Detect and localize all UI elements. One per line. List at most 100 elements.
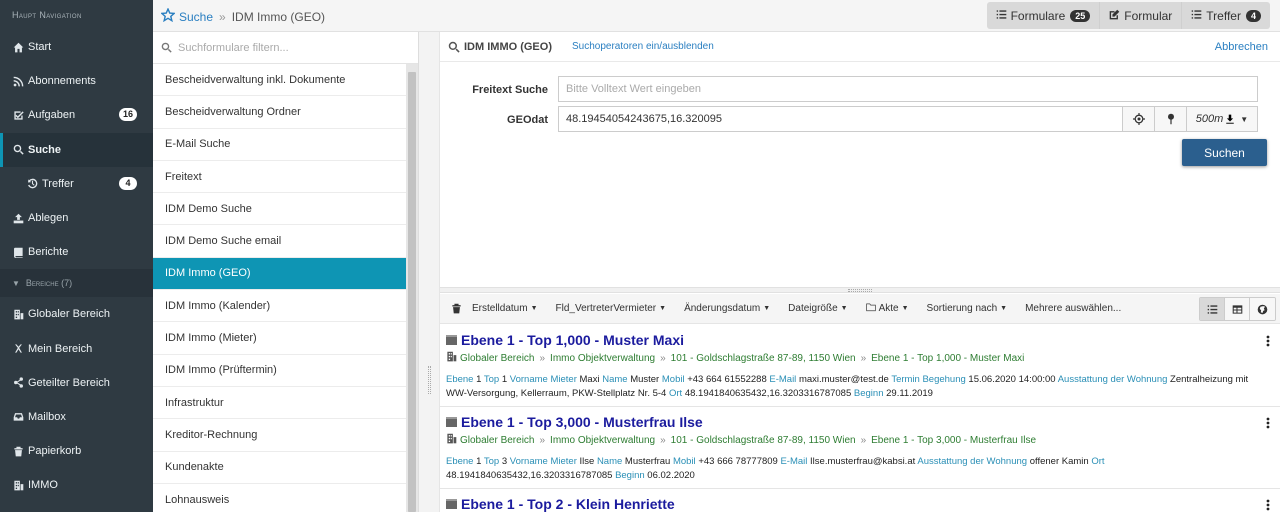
path-segment[interactable]: 101 - Goldschlagstraße 87-89, 1150 Wien <box>671 353 856 364</box>
path-segment[interactable]: 101 - Goldschlagstraße 87-89, 1150 Wien <box>671 435 856 446</box>
sort-vertreter-dropdown[interactable]: Fld_VertreterVermieter ▼ <box>556 303 667 314</box>
sidebar-item-abonnements[interactable]: Abonnements <box>0 64 153 98</box>
meta-key: Ort <box>668 388 683 399</box>
meta-value: 06.02.2020 <box>647 470 695 481</box>
form-item[interactable]: IDM Immo (Kalender) <box>153 290 418 323</box>
form-item[interactable]: IDM Demo Suche <box>153 193 418 226</box>
geodat-input[interactable]: 48.19454054243675,16.320095 <box>559 107 1123 131</box>
result-path: Globaler Bereich » Immo Objektverwaltung »… <box>446 433 1250 447</box>
result-menu-button[interactable] <box>1266 335 1270 350</box>
result-menu-button[interactable] <box>1266 499 1270 512</box>
breadcrumb-link-suche[interactable]: Suche <box>179 10 213 24</box>
select-multiple-button[interactable]: Mehrere auswählen... <box>1025 303 1121 314</box>
path-segment[interactable]: Immo Objektverwaltung <box>550 435 655 446</box>
table-view-button[interactable] <box>1225 298 1250 320</box>
form-item[interactable]: Bescheidverwaltung inkl. Dokumente <box>153 64 418 97</box>
formular-button[interactable]: Formular <box>1100 2 1183 29</box>
sidebar-item-aufgaben[interactable]: Aufgaben 16 <box>0 98 153 132</box>
meta-key: Ausstattung der Wohnung <box>917 456 1028 467</box>
sort-order-dropdown[interactable]: Sortierung nach ▼ <box>927 303 1008 314</box>
panel-resize-handle[interactable] <box>419 32 440 512</box>
meta-key: E-Mail <box>769 374 797 385</box>
sidebar-item-globaler-bereich[interactable]: Globaler Bereich <box>0 297 153 331</box>
map-view-button[interactable] <box>1250 298 1275 320</box>
form-item[interactable]: IDM Immo (Mieter) <box>153 322 418 355</box>
sidebar-item-treffer[interactable]: Treffer 4 <box>0 167 153 201</box>
form-item[interactable]: Infrastruktur <box>153 387 418 420</box>
meta-key: Top <box>483 456 500 467</box>
result-menu-button[interactable] <box>1266 417 1270 432</box>
star-icon[interactable] <box>160 7 176 25</box>
path-segment[interactable]: Globaler Bereich <box>460 353 534 364</box>
sidebar-item-mein-bereich[interactable]: Mein Bereich <box>0 332 153 366</box>
treffer-count-badge: 4 <box>1245 9 1261 22</box>
form-item-selected[interactable]: IDM Immo (GEO) <box>153 257 418 291</box>
freitext-input[interactable] <box>558 76 1258 102</box>
sort-erstelldatum-dropdown[interactable]: Erstelldatum ▼ <box>472 303 538 314</box>
form-item[interactable]: Kreditor-Rechnung <box>153 419 418 452</box>
search-submit-button[interactable]: Suchen <box>1182 139 1267 166</box>
form-item[interactable]: Freitext <box>153 161 418 194</box>
sort-dateigroesse-dropdown[interactable]: Dateigröße ▼ <box>788 303 847 314</box>
caret-down-icon: ▼ <box>1240 114 1249 124</box>
meta-key: Beginn <box>615 470 645 481</box>
formulare-button[interactable]: Formulare 25 <box>987 2 1101 29</box>
treffer-button[interactable]: Treffer 4 <box>1182 2 1270 29</box>
form-item[interactable]: E-Mail Suche <box>153 129 418 161</box>
sidebar-item-start[interactable]: Start <box>0 30 153 64</box>
sort-aenderungsdatum-dropdown[interactable]: Änderungsdatum ▼ <box>684 303 770 314</box>
radius-dropdown[interactable]: 500m ▼ <box>1187 107 1257 131</box>
result-item[interactable]: Ebene 1 - Top 1,000 - Muster Maxi Global… <box>440 325 1280 407</box>
sidebar-item-geteilter-bereich[interactable]: Geteilter Bereich <box>0 366 153 400</box>
caret-down-icon: ▼ <box>1000 305 1008 312</box>
meta-value: +43 664 61552288 <box>687 374 767 385</box>
list-view-button[interactable] <box>1200 298 1225 320</box>
cancel-link[interactable]: Abbrechen <box>1215 41 1268 53</box>
sidebar-item-label: Globaler Bereich <box>28 308 110 321</box>
sidebar-item-papierkorb[interactable]: Papierkorb <box>0 434 153 468</box>
sidebar: Haupt Navigation Start Abonnements Aufga… <box>0 0 153 512</box>
form-item[interactable]: IDM Demo Suche email <box>153 225 418 258</box>
geodat-label: GEOdat <box>507 114 548 126</box>
result-metadata: Ebene 1 Top 3 Vorname Mieter Ilse Name M… <box>446 455 1250 483</box>
scrollbar-thumb[interactable] <box>408 72 416 512</box>
trash-icon <box>12 445 24 457</box>
sidebar-item-immo[interactable]: IMMO <box>0 468 153 502</box>
path-segment[interactable]: Globaler Bereich <box>460 435 534 446</box>
meta-value: 15.06.2020 14:00:00 <box>968 374 1056 385</box>
form-item[interactable]: IDM Immo (Prüftermin) <box>153 355 418 387</box>
form-item[interactable]: Bescheidverwaltung Ordner <box>153 96 418 129</box>
sidebar-item-ablegen[interactable]: Ablegen <box>0 201 153 235</box>
sidebar-item-berichte[interactable]: Berichte <box>0 235 153 269</box>
meta-value: 48.1941840635432,16.3203316787085 <box>684 388 852 399</box>
sort-akte-dropdown[interactable]: Akte ▼ <box>865 302 909 315</box>
delete-button[interactable] <box>440 303 472 314</box>
map-pin-button[interactable] <box>1155 107 1187 131</box>
breadcrumb-separator: » <box>219 9 226 24</box>
locate-button[interactable] <box>1123 107 1155 131</box>
sidebar-item-label: Mein Bereich <box>28 342 93 355</box>
form-item[interactable]: Kundenakte <box>153 452 418 484</box>
result-item[interactable]: Ebene 1 - Top 2 - Klein Henriette <box>440 489 1280 512</box>
sidebar-item-mailbox[interactable]: Mailbox <box>0 400 153 434</box>
forms-scrollbar[interactable] <box>406 64 418 512</box>
sort-field-label: Akte <box>878 303 899 314</box>
path-segment[interactable]: Immo Objektverwaltung <box>550 353 655 364</box>
freitext-label: Freitext Suche <box>472 84 548 96</box>
caret-down-icon: ▼ <box>763 305 771 312</box>
path-segment[interactable]: Ebene 1 - Top 3,000 - Musterfrau Ilse <box>871 435 1036 446</box>
result-title[interactable]: Ebene 1 - Top 3,000 - Musterfrau Ilse <box>446 414 1250 430</box>
building-icon <box>12 308 24 320</box>
result-title[interactable]: Ebene 1 - Top 1,000 - Muster Maxi <box>446 332 1250 348</box>
meta-key: Vorname Mieter <box>509 374 577 385</box>
path-segment[interactable]: Ebene 1 - Top 1,000 - Muster Maxi <box>871 353 1024 364</box>
sidebar-item-suche[interactable]: Suche <box>0 132 153 167</box>
result-item[interactable]: Ebene 1 - Top 3,000 - Musterfrau Ilse Gl… <box>440 407 1280 489</box>
areas-group-header[interactable]: ▼ Bereiche (7) <box>0 269 153 298</box>
forms-filter-input[interactable] <box>178 41 398 54</box>
results-resize-handle[interactable] <box>440 287 1280 293</box>
toggle-operators-link[interactable]: Suchoperatoren ein/ausblenden <box>572 41 714 52</box>
form-item[interactable]: Lohnausweis <box>153 484 418 512</box>
result-title[interactable]: Ebene 1 - Top 2 - Klein Henriette <box>446 496 1250 512</box>
search-panel: IDM IMMO (GEO) Suchoperatoren ein/ausble… <box>440 32 1280 512</box>
